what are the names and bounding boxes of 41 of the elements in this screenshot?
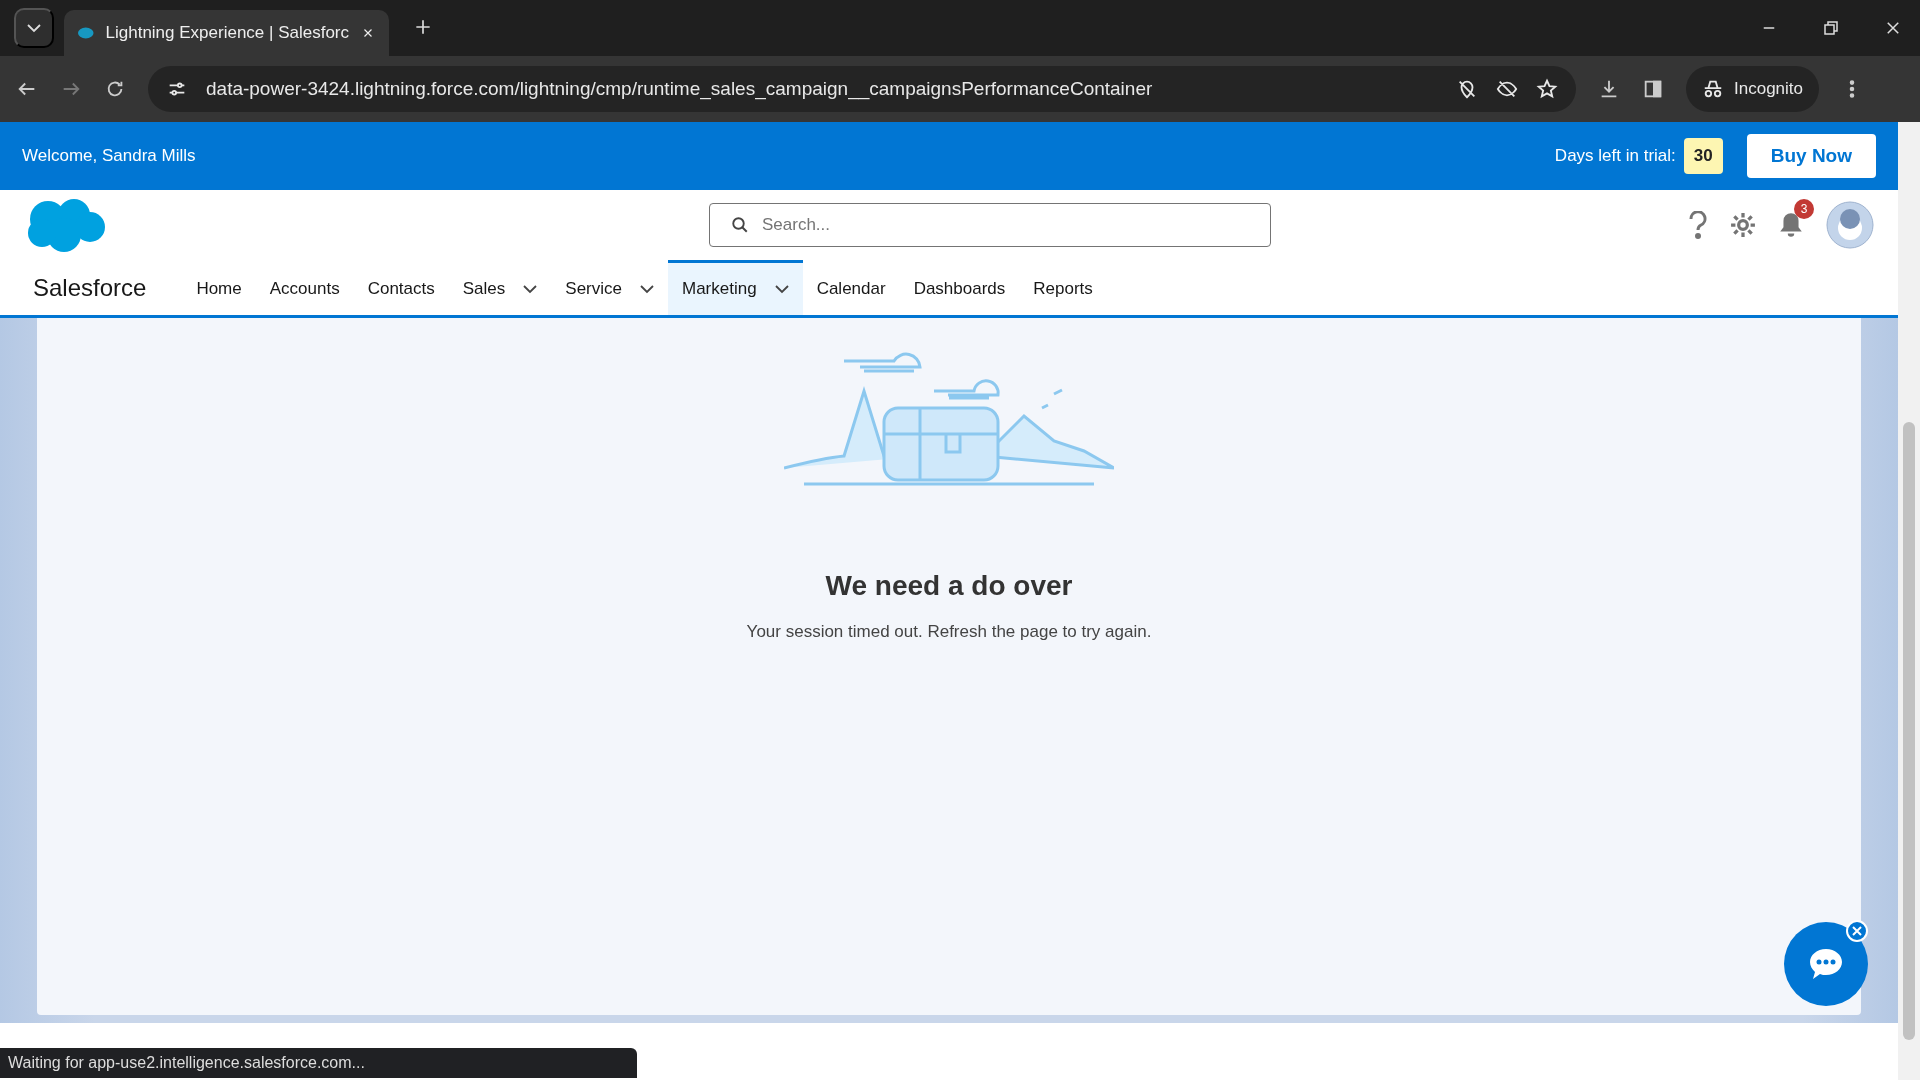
help-icon[interactable] [1688, 211, 1708, 239]
buy-now-button[interactable]: Buy Now [1746, 134, 1876, 178]
notification-count: 3 [1794, 199, 1814, 219]
status-text: Waiting for app-use2.intelligence.salesforce.com... [0, 1048, 637, 1078]
nav-tab[interactable]: Service [551, 260, 668, 315]
message-text: Your session timed out. Refresh the page to try again. [746, 622, 1152, 642]
browser-tab[interactable]: Lightning Experience | Salesforc [64, 10, 389, 56]
search-icon [731, 216, 749, 234]
nav-tab[interactable]: Marketing [668, 260, 803, 315]
trial-days-label: Days left in trial: [1554, 146, 1676, 166]
address-bar[interactable]: data-power-3424.lightning.force.com/lightning/cmp/runtime_sales_campaign__campaignsPerformanceContainer [148, 66, 1576, 112]
welcome-text: Welcome, Sandra Mills [22, 146, 196, 166]
nav-tab[interactable]: Dashboards [899, 260, 1020, 315]
nav-tab[interactable]: Calendar [802, 260, 900, 315]
nav-tab[interactable]: Sales [448, 260, 552, 315]
location-off-icon[interactable] [1456, 78, 1478, 100]
scrollbar-thumb[interactable] [1903, 422, 1915, 1040]
search-field[interactable]: Search... [709, 203, 1271, 247]
side-panel-icon[interactable] [1642, 78, 1664, 100]
restore-icon[interactable] [1822, 19, 1840, 37]
caret-icon [27, 23, 41, 33]
eye-slash-icon[interactable] [1496, 78, 1518, 100]
bell-icon[interactable] [1778, 211, 1804, 239]
star-icon[interactable] [1536, 78, 1558, 100]
url-text: data-power-3424.lightning.force.com/lightning/cmp/runtime_sales_campaign__campaignsPerformanceContainer [206, 78, 1154, 100]
message-title: We need a do over [825, 570, 1073, 602]
app-name: Salesforce [33, 273, 147, 302]
plus-icon[interactable] [413, 17, 433, 37]
close-icon[interactable] [1884, 19, 1902, 37]
trial-days-count: 30 [1683, 138, 1723, 174]
tab-list-button[interactable] [14, 8, 54, 48]
chat-bubble-icon [1808, 947, 1844, 981]
nav-tab[interactable]: Home [182, 260, 256, 315]
close-icon [1852, 926, 1862, 936]
incognito-icon [1702, 78, 1724, 100]
nav-tab[interactable]: Contacts [353, 260, 449, 315]
nav-tab[interactable]: Reports [1019, 260, 1107, 315]
settings-icon[interactable] [1730, 212, 1756, 238]
nav-tab[interactable]: Accounts [255, 260, 354, 315]
incognito-button[interactable]: Incognito [1686, 66, 1819, 112]
cloud-icon [78, 26, 94, 40]
